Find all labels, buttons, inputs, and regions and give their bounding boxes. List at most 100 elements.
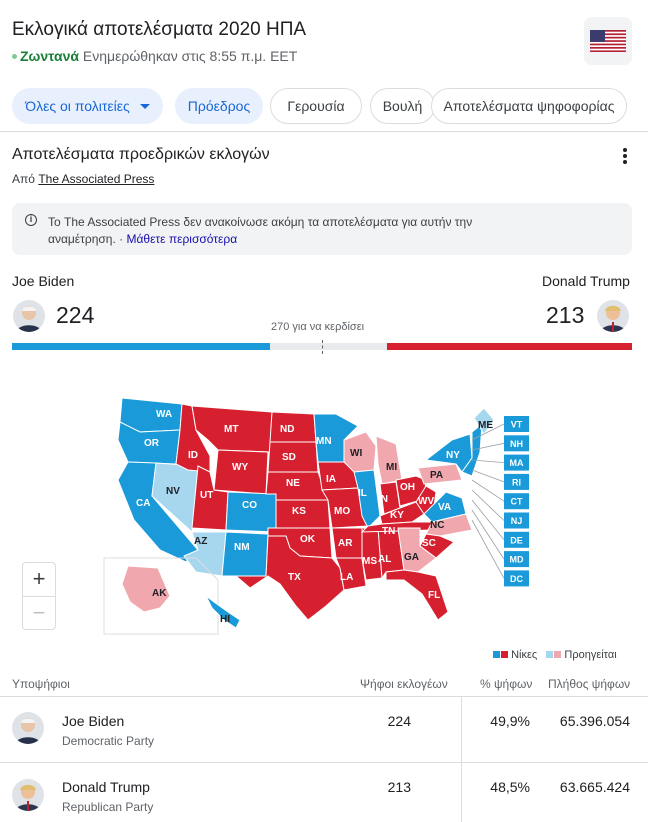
callout-line: [471, 489, 505, 521]
live-label: Ζωντανά: [20, 48, 80, 64]
state-label-ky: KY: [390, 510, 404, 521]
learn-more-link[interactable]: Μάθετε περισσότερα: [126, 232, 237, 246]
state-CO: [225, 491, 277, 533]
state-label-sd: SD: [282, 452, 296, 463]
state-label-tx: TX: [288, 572, 301, 583]
info-icon: i: [25, 214, 37, 226]
state-label-ok: OK: [300, 534, 316, 545]
avatar: [12, 779, 44, 811]
zoom-in-button[interactable]: +: [23, 563, 55, 596]
rep-candidate-name: Donald Trump: [542, 273, 630, 289]
rep-bar-fill: [387, 343, 632, 350]
state-label-al: AL: [378, 554, 391, 565]
table-divider: [0, 696, 648, 697]
state-label-wy: WY: [232, 462, 248, 473]
state-label-me: ME: [478, 420, 493, 431]
state-label-nv: NV: [166, 486, 180, 497]
state-label-ca: CA: [136, 498, 150, 509]
state-label-ak: AK: [152, 588, 167, 599]
state-box-label-dc: DC: [510, 574, 523, 584]
col-pct: % ψήφων: [480, 677, 533, 691]
section-title: Αποτελέσματα προεδρικών εκλογών: [12, 146, 270, 163]
us-results-map[interactable]: WA OR CA NV ID MT WY UT AZ CO NM ND SD NE KS OK TX MN IA MO…: [100, 380, 640, 635]
vote-count: 63.665.424: [559, 779, 630, 795]
header-divider: [0, 131, 648, 132]
state-box-label-nj: NJ: [511, 516, 523, 526]
state-label-nd: ND: [280, 424, 294, 435]
state-NM: [221, 531, 269, 577]
state-label-ut: UT: [200, 490, 213, 501]
state-label-id: ID: [188, 450, 198, 461]
dem-win-swatch: [493, 650, 500, 658]
state-box-label-vt: VT: [511, 420, 523, 430]
state-box-label-ct: CT: [511, 497, 523, 507]
avatar: [597, 300, 629, 332]
state-box-label-md: MD: [510, 555, 524, 565]
state-label-ny: NY: [446, 450, 460, 461]
legend-wins: Νίκες: [511, 649, 538, 661]
more-options-icon[interactable]: [619, 148, 631, 166]
state-label-hi: HI: [220, 614, 230, 625]
state-label-in: IN: [378, 494, 388, 505]
state-label-wa: WA: [156, 409, 172, 420]
vote-count: 65.396.054: [559, 713, 630, 729]
state-MI: [375, 435, 403, 485]
chip-all-states[interactable]: Όλες οι πολιτείες: [12, 88, 163, 124]
state-label-wv: WV: [418, 496, 434, 507]
chevron-down-icon: [139, 103, 150, 109]
callout-line: [471, 509, 505, 560]
state-label-va: VA: [438, 502, 451, 513]
col-electoral: Ψήφοι εκλογέων: [360, 677, 448, 691]
dem-candidate-name: Joe Biden: [12, 273, 75, 289]
callout-line: [471, 479, 505, 502]
dem-lead-swatch: [546, 650, 554, 658]
map-legend: Νίκες Προηγείται: [493, 649, 617, 661]
source-link[interactable]: The Associated Press: [38, 172, 154, 186]
chip-senate[interactable]: Γερουσία: [270, 88, 362, 124]
col-votes: Πλήθος ψήφων: [548, 677, 631, 691]
state-label-tn: TN: [382, 526, 395, 537]
rep-electoral-votes: 213: [546, 302, 585, 328]
chip-ballot-results[interactable]: Αποτελέσματα ψηφοφορίας: [431, 88, 627, 124]
state-label-sc: SC: [422, 538, 436, 549]
table-divider: [0, 762, 648, 763]
info-notice: i Το The Associated Press δεν ανακοίνωσε…: [12, 203, 632, 255]
state-label-la: LA: [340, 572, 353, 583]
callout-line: [471, 469, 505, 483]
rep-win-swatch: [501, 650, 508, 658]
live-status: Ζωντανά Ενημερώθηκαν στις 8:55 π.μ. EET: [12, 48, 297, 64]
candidate-name: Joe Biden: [62, 713, 125, 729]
state-label-mi: MI: [386, 462, 397, 473]
page-title: Εκλογικά αποτελέσματα 2020 ΗΠΑ: [12, 19, 307, 40]
state-box-label-ri: RI: [512, 477, 521, 487]
state-label-mo: MO: [334, 506, 350, 517]
state-label-or: OR: [144, 438, 160, 449]
state-box-label-nh: NH: [510, 439, 523, 449]
state-label-nm: NM: [234, 542, 250, 553]
avatar: [12, 712, 44, 744]
state-label-az: AZ: [194, 536, 207, 547]
state-label-ks: KS: [292, 506, 306, 517]
state-label-wi: WI: [350, 448, 362, 459]
electoral-votes: 224: [387, 713, 411, 729]
chip-house[interactable]: Βουλή: [370, 88, 435, 124]
state-label-ga: GA: [404, 552, 419, 563]
state-label-fl: FL: [428, 590, 440, 601]
notice-text: Το The Associated Press δεν ανακοίνωσε α…: [48, 215, 473, 246]
threshold-marker: [322, 340, 323, 354]
state-label-ne: NE: [286, 478, 300, 489]
state-label-mt: MT: [224, 424, 238, 435]
table-col-divider: [461, 696, 462, 822]
state-label-ar: AR: [338, 538, 353, 549]
zoom-out-button[interactable]: −: [23, 596, 55, 629]
callout-line: [471, 519, 505, 579]
state-label-mn: MN: [316, 436, 332, 447]
updated-time: Ενημερώθηκαν στις 8:55 π.μ. EET: [82, 48, 298, 64]
dem-bar-fill: [12, 343, 270, 350]
avatar: [13, 300, 45, 332]
source-line: Από The Associated Press: [12, 172, 155, 186]
state-label-pa: PA: [430, 470, 443, 481]
state-label-oh: OH: [400, 482, 415, 493]
map-zoom-control: + −: [22, 562, 56, 630]
chip-president[interactable]: Πρόεδρος: [175, 88, 263, 124]
